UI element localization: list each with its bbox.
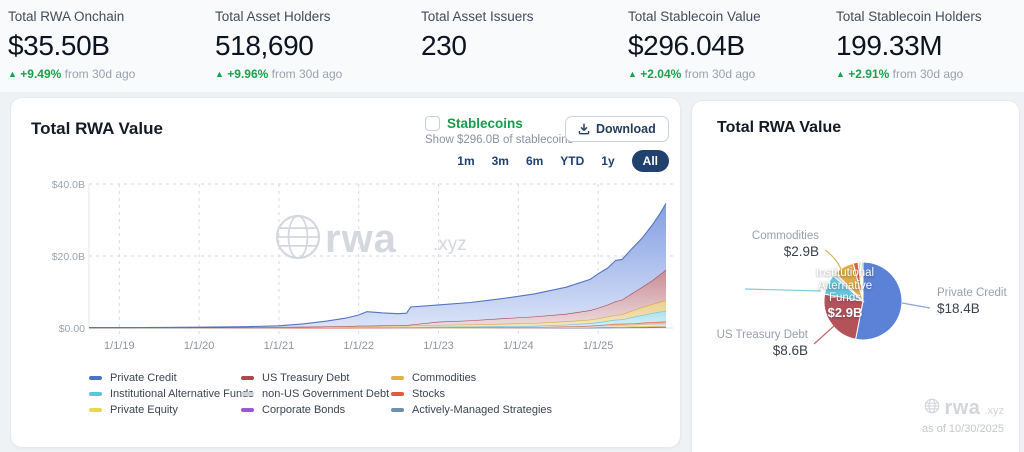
rwa-watermark-small: rwa.xyz xyxy=(924,397,1004,420)
stats-row: Total RWA Onchain $35.50B ▲ +9.49% from 30… xyxy=(0,0,1024,92)
svg-text:1/1/19: 1/1/19 xyxy=(104,340,135,352)
stat-total-rwa-onchain: Total RWA Onchain $35.50B ▲ +9.49% from 30… xyxy=(8,8,135,81)
stat-delta: ▲ +2.04% from 30d ago xyxy=(628,67,761,81)
download-button[interactable]: Download xyxy=(565,116,669,142)
stat-value: 199.33M xyxy=(836,30,982,62)
chart-legend: Private CreditUS Treasury DebtCommoditie… xyxy=(89,372,611,416)
range-1m[interactable]: 1m xyxy=(457,154,474,168)
pie-card-title: Total RWA Value xyxy=(717,119,841,137)
stat-total-asset-issuers: Total Asset Issuers 230 xyxy=(421,8,534,62)
legend-swatch xyxy=(391,376,404,380)
total-rwa-value-chart-card: Total RWA Value Stablecoins Show $296.0B… xyxy=(10,97,681,448)
legend-swatch xyxy=(241,376,254,380)
svg-text:1/1/20: 1/1/20 xyxy=(184,340,215,352)
range-all[interactable]: All xyxy=(632,150,669,172)
legend-item-corporate-bonds: Corporate Bonds xyxy=(241,404,391,416)
legend-item-non-us-government-debt: non-US Government Debt xyxy=(241,388,391,400)
legend-item-actively-managed-strategies: Actively-Managed Strategies xyxy=(391,404,611,416)
svg-text:rwa: rwa xyxy=(325,217,397,261)
pie-label-us-treasury-debt: US Treasury Debt $8.6B xyxy=(706,329,808,357)
up-triangle-icon: ▲ xyxy=(8,69,17,79)
as-of-date: as of 10/30/2025 xyxy=(922,423,1004,435)
legend-item-commodities: Commodities xyxy=(391,372,611,384)
legend-item-private-credit: Private Credit xyxy=(89,372,241,384)
stat-value: 230 xyxy=(421,30,534,62)
chart-card-title: Total RWA Value xyxy=(31,119,163,139)
stat-label: Total Asset Issuers xyxy=(421,8,534,25)
stablecoins-sublabel: Show $296.0B of stablecoins xyxy=(425,134,573,146)
stablecoins-checkbox[interactable] xyxy=(425,116,440,131)
range-ytd[interactable]: YTD xyxy=(560,154,584,168)
legend-swatch xyxy=(391,392,404,396)
total-rwa-value-pie-card: Total RWA Value Commodities $2.9B Instit… xyxy=(691,100,1020,452)
range-6m[interactable]: 6m xyxy=(526,154,543,168)
svg-text:$0.00: $0.00 xyxy=(59,323,85,335)
stat-value: 518,690 xyxy=(215,30,342,62)
pie-label-private-credit: Private Credit $18.4B xyxy=(937,287,1007,315)
legend-swatch xyxy=(89,408,102,412)
download-icon xyxy=(578,123,590,135)
svg-text:$20.0B: $20.0B xyxy=(52,251,85,263)
svg-text:1/1/21: 1/1/21 xyxy=(264,340,295,352)
stablecoins-toggle: Stablecoins Show $296.0B of stablecoins xyxy=(425,116,573,146)
total-rwa-value-area-chart[interactable]: rwa .xyz $0.00 $20.0B $40.0B 1/1/19 1/1/20 1/1/… xyxy=(41,171,681,361)
legend-swatch xyxy=(241,392,254,396)
download-label: Download xyxy=(596,122,656,136)
stat-delta: ▲ +2.91% from 30d ago xyxy=(836,67,982,81)
legend-item-stocks: Stocks xyxy=(391,388,611,400)
svg-text:.xyz: .xyz xyxy=(433,234,467,255)
globe-icon xyxy=(277,216,319,258)
svg-text:1/1/24: 1/1/24 xyxy=(503,340,534,352)
up-triangle-icon: ▲ xyxy=(836,69,845,79)
stat-value: $296.04B xyxy=(628,30,761,62)
stat-total-asset-holders: Total Asset Holders 518,690 ▲ +9.96% from … xyxy=(215,8,342,81)
stat-label: Total Asset Holders xyxy=(215,8,342,25)
stat-label: Total RWA Onchain xyxy=(8,8,135,25)
legend-swatch xyxy=(391,408,404,412)
globe-icon xyxy=(924,398,940,414)
range-3m[interactable]: 3m xyxy=(492,154,509,168)
legend-item-us-treasury-debt: US Treasury Debt xyxy=(241,372,391,384)
legend-swatch xyxy=(89,376,102,380)
legend-item-private-equity: Private Equity xyxy=(89,404,241,416)
pie-label-institutional-alternative-funds: Institutional Alternative Funds $2.9B xyxy=(806,267,884,319)
svg-text:1/1/22: 1/1/22 xyxy=(343,340,374,352)
svg-text:1/1/25: 1/1/25 xyxy=(583,340,614,352)
stat-label: Total Stablecoin Holders xyxy=(836,8,982,25)
stablecoins-label[interactable]: Stablecoins xyxy=(447,116,523,131)
range-selector: 1m 3m 6m YTD 1y All xyxy=(391,150,669,172)
legend-swatch xyxy=(89,392,102,396)
stat-value: $35.50B xyxy=(8,30,135,62)
stat-delta: ▲ +9.49% from 30d ago xyxy=(8,67,135,81)
legend-swatch xyxy=(241,408,254,412)
stat-total-stablecoin-value: Total Stablecoin Value $296.04B ▲ +2.04% f… xyxy=(628,8,761,81)
svg-text:$40.0B: $40.0B xyxy=(52,179,85,191)
stat-total-stablecoin-holders: Total Stablecoin Holders 199.33M ▲ +2.91% … xyxy=(836,8,982,81)
stat-delta: ▲ +9.96% from 30d ago xyxy=(215,67,342,81)
pie-label-commodities: Commodities $2.9B xyxy=(729,230,819,258)
up-triangle-icon: ▲ xyxy=(215,69,224,79)
stat-label: Total Stablecoin Value xyxy=(628,8,761,25)
range-1y[interactable]: 1y xyxy=(601,154,614,168)
legend-item-institutional-alternative-funds: Institutional Alternative Funds xyxy=(89,388,241,400)
svg-text:1/1/23: 1/1/23 xyxy=(423,340,454,352)
up-triangle-icon: ▲ xyxy=(628,69,637,79)
